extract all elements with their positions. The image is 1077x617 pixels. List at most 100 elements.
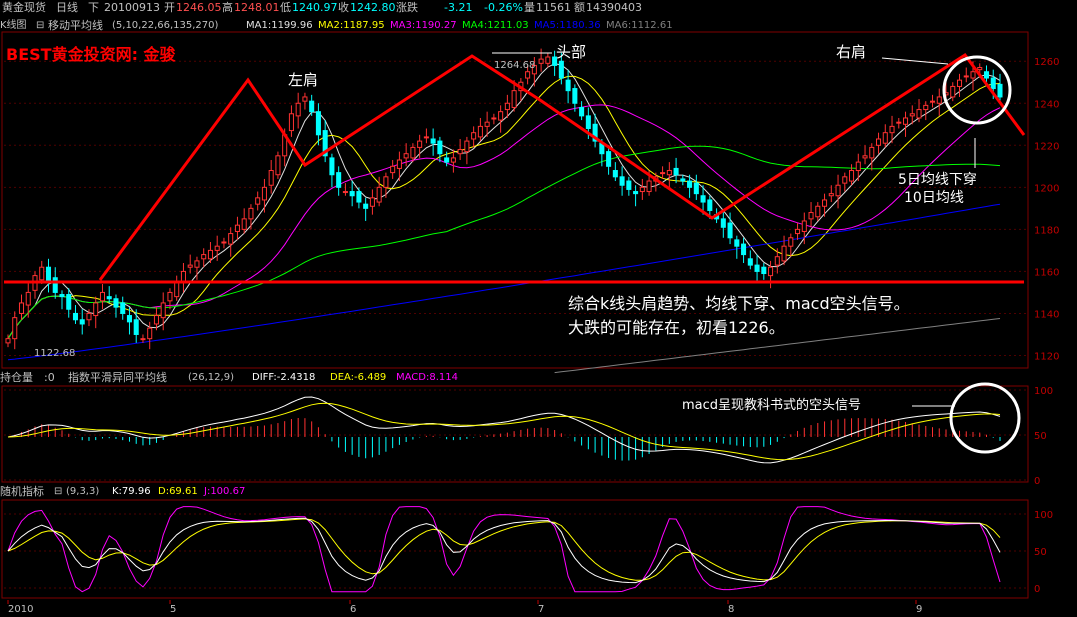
candle-body — [255, 197, 261, 205]
candle-body — [133, 319, 139, 335]
kdj-y-tick-label: 100 — [1034, 510, 1053, 521]
summary-line1: 综合k线头肩趋势、均线下穿、macd空头信号。 — [568, 294, 910, 313]
x-axis-label: 8 — [728, 604, 734, 615]
candle-body — [329, 157, 335, 176]
candle-body — [511, 90, 517, 108]
candle-body — [970, 71, 976, 79]
candle-body — [248, 207, 254, 220]
candle-body — [680, 178, 686, 182]
summary-line2: 大跌的可能存在，初看1226。 — [568, 318, 785, 337]
candle-body — [363, 203, 369, 209]
candle-body — [410, 146, 416, 159]
candle-body — [565, 79, 571, 92]
candle-body — [700, 195, 706, 203]
candle-body — [79, 319, 85, 325]
candle-body — [781, 245, 787, 262]
candle-body — [126, 315, 132, 323]
candle-body — [376, 186, 382, 203]
candle-body — [545, 56, 551, 64]
candle-body — [956, 79, 963, 87]
candle-body — [275, 155, 281, 176]
candle-body — [491, 117, 497, 120]
candle-body — [572, 88, 578, 104]
candle-body — [396, 159, 402, 169]
candle-body — [734, 239, 740, 247]
left-shoulder-label: 左肩 — [288, 71, 319, 89]
macd-y-tick-label: 50 — [1034, 431, 1047, 442]
candle-body — [39, 266, 45, 281]
x-axis-label: 2010 — [8, 604, 33, 615]
candle-body — [990, 77, 996, 90]
candle-body — [693, 182, 699, 195]
candle-body — [464, 140, 470, 153]
candle-body — [72, 312, 79, 321]
candle-body — [788, 237, 794, 247]
candle-body — [180, 270, 186, 283]
candle-body — [666, 170, 672, 176]
candle-body — [309, 100, 315, 113]
head-price-label: 1264.68 — [494, 60, 536, 71]
main-y-tick-label: 1260 — [1034, 57, 1059, 68]
ma-cross-line2: 10日均线 — [904, 190, 964, 206]
candle-body — [707, 199, 713, 211]
candle-body — [113, 298, 119, 308]
kline-chart[interactable]: 1120 1140 1160 1180 1200 1220 1240 1260 0 50 100 0 5… — [0, 0, 1077, 617]
candle-body — [261, 186, 267, 201]
main-y-tick-label: 1200 — [1034, 183, 1059, 194]
main-y-tick-label: 1140 — [1034, 309, 1059, 320]
candle-body — [59, 294, 65, 298]
macd-annotation: macd呈现教科书式的空头信号 — [682, 398, 862, 413]
candle-body — [619, 176, 625, 186]
ma-cross-line1: 5日均线下穿 — [898, 172, 977, 188]
candle-body — [801, 220, 807, 232]
candle-body — [606, 151, 612, 167]
candle-body — [579, 106, 585, 117]
candle-body — [18, 302, 25, 314]
candle-body — [106, 296, 112, 300]
candle-body — [302, 96, 308, 102]
candle-body — [923, 104, 929, 111]
candle-body — [498, 111, 504, 121]
candle-body — [902, 117, 909, 125]
candle-body — [909, 113, 915, 117]
candle-body — [822, 199, 828, 207]
candle-body — [349, 191, 355, 197]
main-y-tick-label: 1180 — [1034, 225, 1059, 236]
candle-body — [336, 172, 342, 188]
candle-body — [477, 125, 483, 138]
candle-body — [430, 138, 436, 144]
main-y-tick-label: 1220 — [1034, 141, 1059, 152]
candle-body — [450, 157, 456, 163]
candle-body — [929, 100, 936, 103]
pattern-outline — [98, 52, 1026, 281]
candle-body — [660, 172, 666, 175]
candle-body — [585, 115, 591, 129]
candle-body — [741, 243, 747, 256]
candle-body — [174, 281, 180, 298]
candle-body — [52, 277, 58, 293]
x-axis-label: 5 — [170, 604, 176, 615]
candle-body — [828, 193, 834, 197]
macd-panel-frame — [1, 385, 1029, 483]
candle-body — [876, 138, 882, 146]
kdj-j-line — [7, 506, 1001, 593]
candle-body — [288, 113, 294, 132]
kdj-panel-frame — [1, 499, 1029, 599]
macd-y-tick-label: 0 — [1034, 476, 1040, 487]
candle-body — [194, 260, 200, 268]
candle-body — [234, 224, 240, 232]
chart-window: { "header": { "symbol": "黄金现货", "period"… — [0, 0, 1077, 617]
candle-body — [815, 205, 821, 218]
candle-body — [747, 258, 753, 266]
candle-body — [525, 71, 531, 79]
candle-body — [471, 132, 477, 140]
candle-body — [383, 176, 389, 188]
candle-body — [963, 75, 969, 78]
candle-body — [423, 136, 429, 139]
candle-body — [558, 60, 564, 79]
candle-body — [390, 165, 396, 174]
candle-body — [727, 222, 733, 239]
candle-body — [295, 102, 301, 117]
candle-body — [160, 302, 166, 319]
candle-body — [417, 140, 423, 148]
